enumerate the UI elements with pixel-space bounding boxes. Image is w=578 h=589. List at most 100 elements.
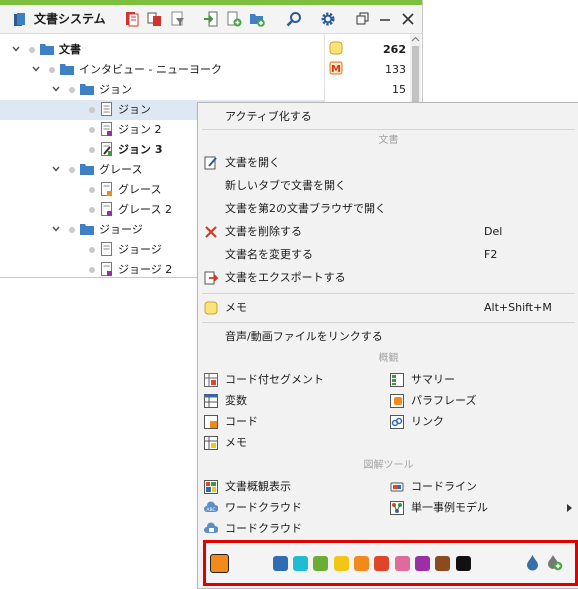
word-cloud-icon: ABC: [204, 501, 218, 513]
menu-item-export-document[interactable]: 文書をエクスポートする: [198, 267, 578, 289]
restore-window-icon[interactable]: [355, 11, 371, 27]
chevron-down-icon[interactable]: [52, 225, 60, 233]
document-portrait-icon: [204, 480, 218, 494]
menu-item-rename-document[interactable]: 文書名を変更する F2: [198, 244, 578, 266]
chevron-down-icon[interactable]: [52, 165, 60, 173]
variables-icon: [204, 394, 218, 408]
color-swatch[interactable]: [415, 556, 430, 571]
tree-item-label: ジョン 2: [118, 123, 162, 136]
menu-separator: [202, 322, 575, 323]
menu-item-variables[interactable]: 変数: [204, 391, 389, 411]
tree-item-label: ジョージ: [99, 223, 143, 236]
folder-icon: [80, 164, 94, 175]
codes-icon: [204, 415, 218, 429]
delete-x-icon: [205, 226, 217, 238]
minimize-icon[interactable]: [377, 11, 393, 27]
chevron-down-icon[interactable]: [52, 85, 60, 93]
import-icon[interactable]: [203, 11, 219, 27]
text-document-icon: [101, 202, 112, 216]
status-dot: [29, 47, 35, 53]
tree-item-interview-newyork[interactable]: インタビュー - ニューヨーク: [0, 60, 324, 80]
text-document-icon: [101, 182, 112, 196]
copy-documents-icon[interactable]: [147, 11, 163, 27]
menu-item-activate[interactable]: アクティブ化する: [198, 106, 578, 128]
scroll-up-icon[interactable]: [411, 35, 420, 44]
color-swatch[interactable]: [435, 556, 450, 571]
color-swatch[interactable]: [395, 556, 410, 571]
menu-item-paraphrase[interactable]: パラフレーズ: [390, 391, 575, 411]
section-header-document: 文書: [198, 133, 578, 149]
new-document-icon[interactable]: [124, 11, 140, 27]
color-swatch[interactable]: [273, 556, 288, 571]
search-icon[interactable]: [286, 11, 302, 27]
menu-item-label: コード付セグメント: [225, 373, 324, 386]
toolbar: 文書システム: [0, 5, 422, 34]
section-label: 図解ツール: [363, 460, 414, 471]
color-swatch[interactable]: [334, 556, 349, 571]
menu-item-memo[interactable]: メモ Alt+Shift+M: [198, 297, 578, 319]
status-dot: [89, 127, 95, 133]
menu-item-codeline[interactable]: コードライン: [390, 477, 575, 497]
filter-icon[interactable]: [170, 11, 186, 27]
submenu-arrow-icon[interactable]: [566, 503, 573, 513]
status-dot: [89, 267, 95, 273]
tree-item-label: ジョージ 2: [118, 263, 173, 276]
color-swatch[interactable]: [354, 556, 369, 571]
status-dot: [49, 67, 55, 73]
menu-item-memos[interactable]: メモ: [204, 433, 389, 453]
settings-icon[interactable]: [320, 11, 336, 27]
color-swatch-selected[interactable]: [210, 554, 229, 573]
close-icon[interactable]: [400, 11, 416, 27]
color-swatch[interactable]: [313, 556, 328, 571]
memo-m-icon[interactable]: M: [329, 61, 343, 75]
menu-item-label: コードクラウド: [225, 522, 302, 535]
menu-item-open-second-browser[interactable]: 文書を第2の文書ブラウザで開く: [198, 198, 578, 220]
section-label: 文書: [378, 135, 399, 146]
menu-item-shortcut: Del: [484, 225, 503, 238]
text-document-icon: [101, 242, 112, 256]
menu-item-links[interactable]: リンク: [390, 412, 575, 432]
tree-item-label: ジョン: [118, 103, 151, 116]
tree-item-documents-root[interactable]: 文書: [0, 40, 324, 60]
color-drop-icon[interactable]: [525, 554, 540, 571]
chevron-down-icon[interactable]: [12, 45, 20, 53]
menu-item-summary[interactable]: サマリー: [390, 370, 575, 390]
export-icon: [204, 271, 218, 285]
menu-item-label: 新しいタブで文書を開く: [225, 179, 346, 192]
menu-separator: [202, 293, 575, 294]
add-color-icon[interactable]: [546, 554, 563, 571]
folder-icon: [80, 224, 94, 235]
color-swatch[interactable]: [456, 556, 471, 571]
menu-item-label: 文書を第2の文書ブラウザで開く: [225, 202, 386, 215]
document-system-icon: [14, 13, 25, 26]
menu-item-label: メモ: [225, 436, 247, 449]
menu-item-label: コード: [225, 415, 258, 428]
edit-document-icon: [204, 156, 217, 170]
tree-item-john-set[interactable]: ジョン: [0, 80, 324, 100]
memo-yellow-icon[interactable]: [329, 41, 343, 55]
menu-item-codes[interactable]: コード: [204, 412, 389, 432]
menu-item-word-cloud[interactable]: ABC ワードクラウド: [204, 498, 389, 518]
tree-item-label: インタビュー - ニューヨーク: [79, 63, 222, 76]
color-swatch[interactable]: [293, 556, 308, 571]
chevron-down-icon[interactable]: [32, 65, 40, 73]
menu-item-open-document[interactable]: 文書を開く: [198, 152, 578, 174]
menu-item-single-case-model[interactable]: 単一事例モデル: [390, 498, 575, 518]
section-label: 概観: [378, 353, 399, 364]
menu-item-open-new-tab[interactable]: 新しいタブで文書を開く: [198, 175, 578, 197]
status-dot: [89, 147, 95, 153]
menu-item-document-portrait[interactable]: 文書概観表示: [204, 477, 389, 497]
section-header-overview: 概観: [198, 351, 578, 367]
new-set-icon[interactable]: [226, 11, 242, 27]
tree-item-label: グレース: [99, 163, 143, 176]
menu-item-code-cloud[interactable]: コードクラウド: [204, 519, 389, 539]
menu-item-link-media[interactable]: 音声/動画ファイルをリンクする: [198, 326, 578, 348]
menu-item-coded-segments[interactable]: コード付セグメント: [204, 370, 389, 390]
code-cloud-icon: [204, 522, 218, 533]
new-folder-icon[interactable]: [249, 11, 265, 27]
text-document-icon: [101, 262, 112, 276]
menu-item-label: コードライン: [411, 480, 477, 493]
color-swatch[interactable]: [374, 556, 389, 571]
menu-item-delete-document[interactable]: 文書を削除する Del: [198, 221, 578, 243]
memos-table-icon: [204, 436, 218, 450]
